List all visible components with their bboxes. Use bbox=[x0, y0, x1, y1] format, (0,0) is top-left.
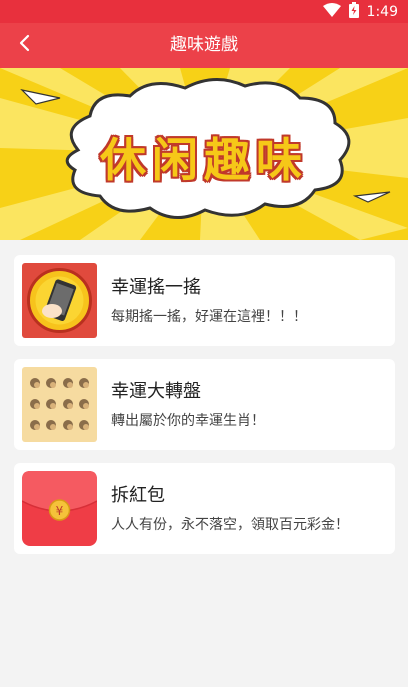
red-envelope-icon: ¥ bbox=[22, 471, 97, 546]
banner-title: 休闲趣味 bbox=[100, 133, 308, 187]
game-title: 幸運搖一搖 bbox=[111, 277, 201, 298]
zodiac-grid-icon bbox=[22, 367, 97, 442]
app-header: 趣味遊戲 bbox=[0, 23, 408, 68]
game-desc: 人人有份，永不落空，領取百元彩金！ bbox=[111, 517, 349, 533]
game-title: 幸運大轉盤 bbox=[111, 381, 201, 402]
wifi-icon bbox=[322, 2, 341, 21]
game-card-red-envelope[interactable]: ¥ 拆紅包 人人有份，永不落空，領取百元彩金！ bbox=[14, 463, 395, 554]
status-time: 1:49 bbox=[366, 3, 398, 20]
envelope-yen-symbol: ¥ bbox=[56, 504, 64, 518]
game-card-shake[interactable]: 幸運搖一搖 每期搖一搖，好運在這裡！！！ bbox=[14, 255, 395, 346]
phone-shake-icon bbox=[22, 263, 97, 338]
battery-icon bbox=[348, 1, 359, 22]
game-list: 幸運搖一搖 每期搖一搖，好運在這裡！！！ 幸運大轉盤 轉出屬於你的幸運生肖！ ¥… bbox=[14, 255, 395, 567]
status-bar: 1:49 bbox=[0, 0, 408, 23]
banner: 休闲趣味 bbox=[0, 68, 408, 240]
page-title: 趣味遊戲 bbox=[170, 35, 238, 55]
game-desc: 轉出屬於你的幸運生肖！ bbox=[111, 413, 265, 429]
game-card-wheel[interactable]: 幸運大轉盤 轉出屬於你的幸運生肖！ bbox=[14, 359, 395, 450]
game-title: 拆紅包 bbox=[111, 485, 165, 506]
game-desc: 每期搖一搖，好運在這裡！！！ bbox=[111, 309, 307, 325]
